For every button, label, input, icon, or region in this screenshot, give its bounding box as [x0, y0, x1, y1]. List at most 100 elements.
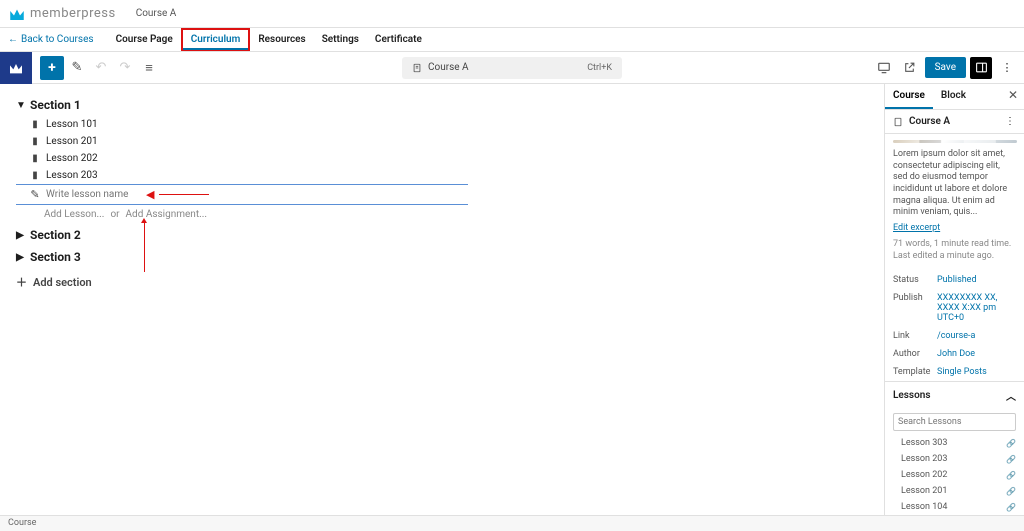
document-icon [412, 63, 422, 73]
tab-course-page[interactable]: Course Page [108, 30, 181, 49]
edit-excerpt-link[interactable]: Edit excerpt [885, 223, 1024, 239]
sidebar-close-button[interactable]: ✕ [1002, 84, 1024, 109]
sidebar-lesson-item[interactable]: Lesson 104🔗 [885, 499, 1024, 515]
editor-toolbar: + ✎ ↶ ↷ ≡ Course A Ctrl+K Save ⋮ [0, 52, 1024, 84]
annotation-line [159, 194, 209, 195]
chevron-up-icon: ︿ [1006, 388, 1016, 403]
tab-settings[interactable]: Settings [314, 30, 367, 49]
memberpress-icon [8, 5, 26, 23]
add-block-button[interactable]: + [40, 56, 64, 80]
settings-sidebar: Course Block ✕ Course A ⋮ Lorem ipsum do… [884, 84, 1024, 515]
back-to-courses-link[interactable]: ← Back to Courses [8, 34, 94, 45]
section-header-1[interactable]: ▼ Section 1 [16, 94, 868, 116]
caret-right-icon: ▶ [16, 230, 24, 241]
edit-mode-icon[interactable]: ✎ [66, 57, 88, 79]
page-icon: ▮ [30, 170, 40, 181]
undo-icon[interactable]: ↶ [90, 57, 112, 79]
page-icon: ▮ [30, 119, 40, 130]
memberpress-small-icon [8, 60, 24, 76]
add-lesson-link[interactable]: Add Lesson... [44, 209, 104, 220]
sidebar-course-title: Course A [909, 116, 999, 127]
caret-down-icon: ▼ [16, 100, 24, 111]
sidebar-lesson-item[interactable]: Lesson 203🔗 [885, 451, 1024, 467]
page-icon: ▮ [30, 153, 40, 164]
sidebar-tab-block[interactable]: Block [933, 84, 974, 109]
lesson-title: Lesson 202 [46, 153, 98, 164]
command-bar[interactable]: Course A Ctrl+K [402, 57, 622, 79]
toggle-sidebar-button[interactable] [970, 57, 992, 79]
command-bar-title: Course A [428, 62, 469, 73]
footer-breadcrumb[interactable]: Course [8, 518, 36, 528]
lessons-search [893, 413, 1016, 431]
lessons-panel-title: Lessons [893, 390, 930, 401]
brand-logo: memberpress [8, 5, 116, 23]
add-assignment-link[interactable]: Add Assignment... [126, 209, 207, 220]
new-lesson-input[interactable] [46, 187, 136, 202]
main-area: ▼ Section 1 ▮ Lesson 101 ▮ Lesson 201 ▮ … [0, 84, 1024, 515]
caret-right-icon: ▶ [16, 252, 24, 263]
page-icon: ▮ [30, 136, 40, 147]
author-row[interactable]: AuthorJohn Doe [885, 345, 1024, 363]
lesson-row[interactable]: ▮ Lesson 201 [16, 133, 868, 150]
sidebar-lesson-item[interactable]: Lesson 202🔗 [885, 467, 1024, 483]
link-icon: 🔗 [1006, 487, 1016, 496]
external-preview-icon[interactable] [899, 57, 921, 79]
monitor-icon [877, 61, 891, 75]
course-description: Lorem ipsum dolor sit amet, consectetur … [885, 149, 1024, 223]
document-icon [893, 117, 903, 127]
curriculum-editor: ▼ Section 1 ▮ Lesson 101 ▮ Lesson 201 ▮ … [0, 84, 884, 515]
lesson-row[interactable]: ▮ Lesson 203 [16, 167, 868, 184]
link-row[interactable]: Link/course-a [885, 327, 1024, 345]
sidebar-course-more[interactable]: ⋮ [1005, 116, 1016, 127]
section-title: Section 2 [30, 228, 81, 242]
brand-text: memberpress [30, 6, 116, 21]
external-link-icon [903, 61, 916, 74]
plus-icon: ＋ [16, 274, 27, 290]
lessons-panel-header[interactable]: Lessons ︿ [885, 381, 1024, 409]
publish-row[interactable]: PublishXXXXXXXX XX, XXXX X:XX pm UTC+0 [885, 289, 1024, 327]
lessons-search-input[interactable] [893, 413, 1016, 431]
template-row[interactable]: TemplateSingle Posts [885, 363, 1024, 381]
mp-home-button[interactable] [0, 52, 32, 84]
tab-curriculum[interactable]: Curriculum [181, 28, 251, 51]
sidebar-tab-course[interactable]: Course [885, 84, 933, 109]
status-row[interactable]: StatusPublished [885, 271, 1024, 289]
link-icon: 🔗 [1006, 455, 1016, 464]
lesson-row[interactable]: ▮ Lesson 202 [16, 150, 868, 167]
section-title: Section 1 [30, 98, 81, 112]
redo-icon[interactable]: ↷ [114, 57, 136, 79]
link-icon: 🔗 [1006, 471, 1016, 480]
lesson-row[interactable]: ▮ Lesson 101 [16, 116, 868, 133]
add-section-button[interactable]: ＋ Add section [16, 268, 868, 296]
or-label: or [110, 209, 119, 220]
course-nav: ← Back to Courses Course Page Curriculum… [0, 28, 1024, 52]
toolbar-right: Save ⋮ [873, 57, 1024, 79]
sidebar-tabs: Course Block ✕ [885, 84, 1024, 110]
new-lesson-row: ✎ ◀ [16, 184, 468, 205]
outline-icon[interactable]: ≡ [138, 57, 160, 79]
lesson-title: Lesson 201 [46, 136, 98, 147]
save-button[interactable]: Save [925, 57, 966, 78]
panel-icon [975, 61, 988, 74]
tab-resources[interactable]: Resources [250, 30, 313, 49]
lesson-title: Lesson 101 [46, 119, 98, 130]
back-label: Back to Courses [21, 34, 94, 45]
more-menu-button[interactable]: ⋮ [996, 57, 1018, 79]
sidebar-course-header: Course A ⋮ [885, 110, 1024, 134]
annotation-arrow-icon: ◀ [146, 188, 153, 201]
featured-image[interactable] [893, 140, 1017, 143]
add-section-label: Add section [33, 276, 92, 289]
desktop-preview-icon[interactable] [873, 57, 895, 79]
sidebar-lesson-item[interactable]: Lesson 303🔗 [885, 435, 1024, 451]
link-icon: 🔗 [1006, 503, 1016, 512]
pencil-icon: ✎ [30, 188, 40, 201]
section-title: Section 3 [30, 250, 81, 264]
lesson-title: Lesson 203 [46, 170, 98, 181]
editor-footer: Course [0, 515, 1024, 531]
tab-certificate[interactable]: Certificate [367, 30, 430, 49]
word-count-meta: 71 words, 1 minute read time. [885, 239, 1024, 251]
header-course-name: Course A [136, 8, 177, 19]
annotation-vertical-arrow [144, 222, 145, 272]
sidebar-lesson-item[interactable]: Lesson 201🔗 [885, 483, 1024, 499]
arrow-left-icon: ← [8, 34, 18, 45]
